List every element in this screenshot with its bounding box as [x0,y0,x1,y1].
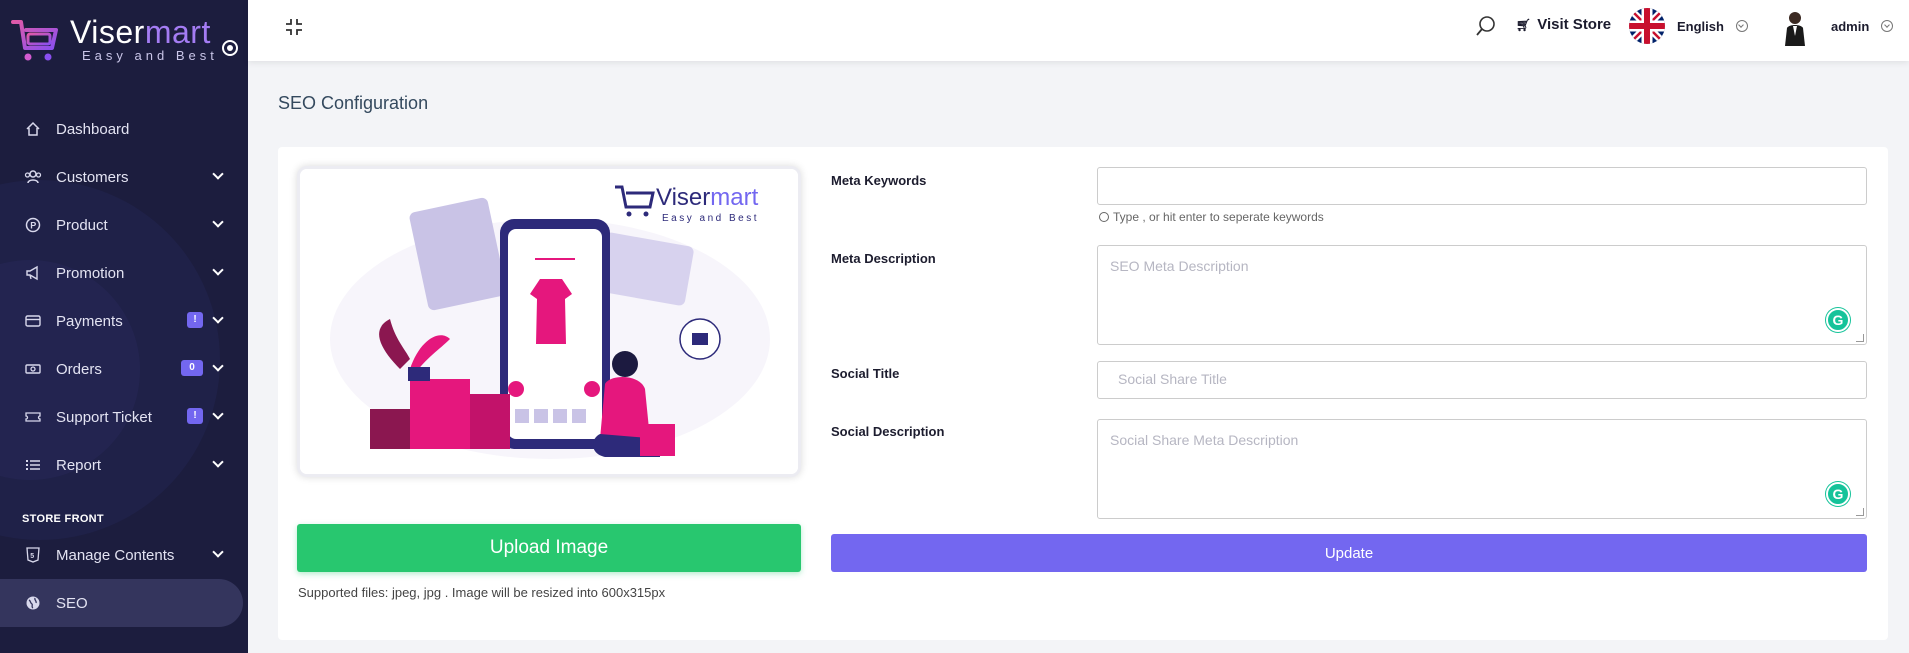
uk-flag-icon [1629,8,1665,44]
sidebar-item-report[interactable]: Report [0,441,248,489]
notification-badge: ! [187,408,203,424]
sidebar-item-label: Customers [56,168,129,186]
upload-hint: Supported files: jpeg, jpg . Image will … [298,585,666,600]
ticket-icon [24,408,42,426]
list-icon [24,456,42,474]
sidebar-item-label: SEO [56,594,88,612]
money-icon [24,360,42,378]
chevron-down-icon [212,360,224,372]
section-label-store-front: STORE FRONT [22,513,104,525]
resize-handle[interactable] [1856,508,1864,516]
visit-store-link[interactable]: 🛒︎ Visit Store [1516,16,1611,33]
sidebar-item-label: Orders [56,360,102,378]
sidebar-item-label: Payments [56,312,123,330]
meta-description-textarea[interactable]: SEO Meta Description G [1097,245,1867,345]
social-description-label: Social Description [831,424,945,439]
sidebar-item-payments[interactable]: Payments ! [0,297,248,345]
chevron-down-icon [212,168,224,180]
social-title-input[interactable]: Social Share Title [1097,361,1867,399]
visit-store-label: Visit Store [1537,16,1612,33]
topbar: 🛒︎ Visit Store English admin [248,0,1909,61]
html5-icon: 5 [24,546,42,564]
social-description-textarea[interactable]: Social Share Meta Description G [1097,419,1867,519]
social-title-label: Social Title [831,366,900,381]
user-menu[interactable]: admin [1775,6,1894,46]
chevron-down-icon [212,546,224,558]
sidebar-item-manage-contents[interactable]: 5 Manage Contents [0,531,248,579]
chevron-down-icon [212,216,224,228]
chevron-down-icon [1735,20,1748,32]
seo-image-preview: Visermart Easy and Best [297,166,801,477]
search-icon[interactable] [1474,14,1498,38]
sidebar-item-dashboard[interactable]: Dashboard [0,105,248,153]
upload-image-button[interactable]: Upload Image [297,524,801,572]
home-icon [24,120,42,138]
resize-handle[interactable] [1856,334,1864,342]
preview-brand-tagline: Easy and Best [662,213,759,224]
compress-icon[interactable] [284,17,304,37]
sidebar-item-label: Report [56,456,102,474]
chevron-down-icon [212,456,224,468]
sidebar-item-customers[interactable]: Customers [0,153,248,201]
seo-config-card: Visermart Easy and Best Upload Image Sup… [278,147,1888,640]
chevron-down-icon [1881,20,1894,32]
clock-icon [1099,212,1109,222]
meta-keywords-hint-text: Type , or hit enter to seperate keywords [1113,210,1324,224]
sidebar: Visermart Easy and Best Dashboard Custom… [0,0,248,653]
meta-description-placeholder: SEO Meta Description [1110,258,1249,274]
grammarly-icon[interactable]: G [1826,308,1850,332]
preview-brand-name: Visermart [656,184,759,211]
cart-logo-icon [11,20,58,61]
svg-text:P: P [30,221,36,231]
sidebar-collapse-toggle[interactable] [222,40,238,56]
notification-badge: ! [187,312,203,328]
brand-logo[interactable]: Visermart Easy and Best [10,14,240,66]
sidebar-item-product[interactable]: P Product [0,201,248,249]
meta-keywords-input[interactable] [1097,167,1867,205]
update-button[interactable]: Update [831,534,1867,572]
users-icon [24,168,42,186]
user-name: admin [1831,18,1870,34]
meta-keywords-label: Meta Keywords [831,173,927,188]
meta-keywords-hint: Type , or hit enter to seperate keywords [1099,210,1324,224]
brand-tagline: Easy and Best [82,48,218,63]
meta-description-label: Meta Description [831,251,936,266]
sidebar-item-label: Manage Contents [56,546,175,564]
sidebar-item-label: Dashboard [56,120,130,138]
grammarly-icon[interactable]: G [1826,482,1850,506]
page-title: SEO Configuration [278,93,429,113]
sidebar-item-promotion[interactable]: Promotion [0,249,248,297]
brand-name: Visermart [70,14,211,50]
sidebar-item-label: Support Ticket [56,408,152,426]
chevron-down-icon [212,408,224,420]
svg-text:5: 5 [30,553,34,560]
sidebar-item-seo[interactable]: SEO [0,579,243,627]
seo-illustration: Visermart Easy and Best [300,169,798,474]
count-badge: 0 [181,360,203,376]
language-label: English [1677,18,1724,34]
sidebar-item-label: Promotion [56,264,125,282]
avatar [1775,6,1815,46]
product-icon: P [24,216,42,234]
globe-icon [24,594,42,612]
megaphone-icon [24,264,42,282]
chevron-down-icon [212,264,224,276]
cart-icon: 🛒︎ [1516,17,1532,32]
sidebar-menu: Dashboard Customers P Product Promotion … [0,105,248,627]
sidebar-item-orders[interactable]: Orders 0 [0,345,248,393]
language-selector[interactable]: English [1629,8,1748,44]
social-description-placeholder: Social Share Meta Description [1110,432,1299,448]
chevron-down-icon [212,312,224,324]
sidebar-item-label: Product [56,216,108,234]
sidebar-item-support-ticket[interactable]: Support Ticket ! [0,393,248,441]
credit-card-icon [24,312,42,330]
